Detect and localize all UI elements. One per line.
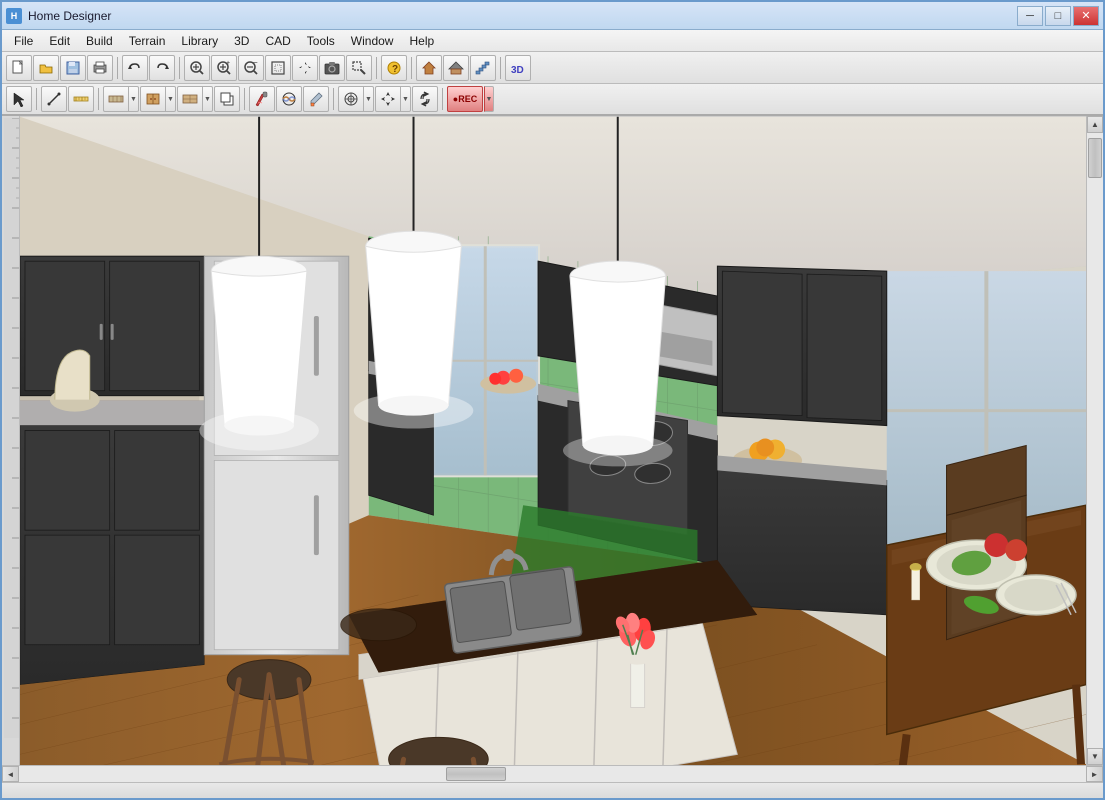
maximize-button[interactable]: □ bbox=[1045, 6, 1071, 26]
stairs-button[interactable] bbox=[470, 55, 496, 81]
scroll-down-button[interactable]: ▼ bbox=[1087, 748, 1103, 765]
separator2 bbox=[179, 57, 180, 79]
menu-terrain[interactable]: Terrain bbox=[121, 30, 174, 51]
application-window: H Home Designer ─ □ ✕ File Edit Build Te… bbox=[0, 0, 1105, 800]
material-tool-button[interactable] bbox=[276, 86, 302, 112]
tape-measure-button[interactable] bbox=[68, 86, 94, 112]
title-bar: H Home Designer ─ □ ✕ bbox=[2, 2, 1103, 30]
vertical-scrollbar[interactable]: ▲ ▼ bbox=[1086, 116, 1103, 765]
sep-t2-4 bbox=[333, 88, 334, 110]
menu-cad[interactable]: CAD bbox=[257, 30, 298, 51]
house-view-button[interactable] bbox=[416, 55, 442, 81]
undo-button[interactable] bbox=[122, 55, 148, 81]
floor-tool-group: ▼ bbox=[177, 86, 213, 112]
viewport-canvas[interactable] bbox=[20, 116, 1086, 765]
camera-button[interactable] bbox=[319, 55, 345, 81]
menu-help[interactable]: Help bbox=[401, 30, 442, 51]
wall-tool-group: ▼ bbox=[103, 86, 139, 112]
status-bar bbox=[2, 782, 1103, 800]
record-button[interactable]: ●REC bbox=[447, 86, 483, 112]
svg-text:?: ? bbox=[392, 64, 398, 75]
scroll-right-button[interactable]: ► bbox=[1086, 766, 1103, 782]
zoom-area-button[interactable] bbox=[346, 55, 372, 81]
target-tool-button[interactable] bbox=[338, 86, 364, 112]
svg-text:+: + bbox=[226, 60, 230, 67]
cabinet-tool-button[interactable] bbox=[140, 86, 166, 112]
copy-tool-button[interactable] bbox=[214, 86, 240, 112]
svg-text:−: − bbox=[253, 60, 258, 67]
save-button[interactable] bbox=[60, 55, 86, 81]
help-button[interactable]: ? bbox=[381, 55, 407, 81]
separator3 bbox=[376, 57, 377, 79]
sep-t2-5 bbox=[442, 88, 443, 110]
menu-3d[interactable]: 3D bbox=[226, 30, 257, 51]
eyedropper-tool-button[interactable] bbox=[303, 86, 329, 112]
target-tool-group: ▼ bbox=[338, 86, 374, 112]
wall-tool-button[interactable] bbox=[103, 86, 129, 112]
3d-view-button[interactable]: 3D bbox=[505, 55, 531, 81]
close-button[interactable]: ✕ bbox=[1073, 6, 1099, 26]
separator4 bbox=[411, 57, 412, 79]
toolbar-secondary: ▼ ▼ ▼ bbox=[2, 84, 1103, 116]
floor-tool-button[interactable] bbox=[177, 86, 203, 112]
target-tool-dropdown[interactable]: ▼ bbox=[364, 86, 374, 112]
svg-text:3D: 3D bbox=[511, 65, 524, 76]
menu-build[interactable]: Build bbox=[78, 30, 121, 51]
wall-tool-dropdown[interactable]: ▼ bbox=[129, 86, 139, 112]
menu-window[interactable]: Window bbox=[343, 30, 402, 51]
menu-library[interactable]: Library bbox=[173, 30, 226, 51]
roof-button[interactable] bbox=[443, 55, 469, 81]
app-icon: H bbox=[6, 8, 22, 24]
vertical-ruler bbox=[2, 116, 20, 765]
horizontal-scrollbar[interactable]: ◄ ► bbox=[2, 765, 1103, 782]
separator5 bbox=[500, 57, 501, 79]
move-tool-dropdown[interactable]: ▼ bbox=[401, 86, 411, 112]
scroll-up-button[interactable]: ▲ bbox=[1087, 116, 1103, 133]
select-tool-button[interactable] bbox=[6, 86, 32, 112]
pan-button[interactable] bbox=[292, 55, 318, 81]
menu-edit[interactable]: Edit bbox=[41, 30, 78, 51]
minimize-button[interactable]: ─ bbox=[1017, 6, 1043, 26]
sep-t2-2 bbox=[98, 88, 99, 110]
menu-file[interactable]: File bbox=[6, 30, 41, 51]
scroll-track-h[interactable] bbox=[19, 766, 1086, 782]
paint-tool-button[interactable] bbox=[249, 86, 275, 112]
zoom-out-button[interactable]: − bbox=[238, 55, 264, 81]
separator1 bbox=[117, 57, 118, 79]
cabinet-tool-group: ▼ bbox=[140, 86, 176, 112]
cabinet-tool-dropdown[interactable]: ▼ bbox=[166, 86, 176, 112]
open-button[interactable] bbox=[33, 55, 59, 81]
kitchen-scene bbox=[20, 116, 1086, 765]
record-label: ●REC bbox=[453, 94, 477, 104]
sep-t2-3 bbox=[244, 88, 245, 110]
sep-t2-1 bbox=[36, 88, 37, 110]
zoom-glass-button[interactable] bbox=[184, 55, 210, 81]
zoom-in-button[interactable]: + bbox=[211, 55, 237, 81]
scroll-thumb-h[interactable] bbox=[446, 767, 506, 781]
rotate-tool-button[interactable] bbox=[412, 86, 438, 112]
toolbar-main: + − ? 3D bbox=[2, 52, 1103, 84]
floor-tool-dropdown[interactable]: ▼ bbox=[203, 86, 213, 112]
scroll-left-button[interactable]: ◄ bbox=[2, 766, 19, 782]
menu-bar: File Edit Build Terrain Library 3D CAD T… bbox=[2, 30, 1103, 52]
move-tool-button[interactable] bbox=[375, 86, 401, 112]
scroll-thumb-v[interactable] bbox=[1088, 138, 1102, 178]
window-title: Home Designer bbox=[28, 9, 1017, 23]
redo-button[interactable] bbox=[149, 55, 175, 81]
record-dropdown[interactable]: ▼ bbox=[484, 86, 494, 112]
move-tool-group: ▼ bbox=[375, 86, 411, 112]
menu-tools[interactable]: Tools bbox=[299, 30, 343, 51]
fit-view-button[interactable] bbox=[265, 55, 291, 81]
new-button[interactable] bbox=[6, 55, 32, 81]
scroll-track-v[interactable] bbox=[1087, 133, 1103, 748]
print-button[interactable] bbox=[87, 55, 113, 81]
draw-tool-button[interactable] bbox=[41, 86, 67, 112]
window-controls: ─ □ ✕ bbox=[1017, 6, 1099, 26]
